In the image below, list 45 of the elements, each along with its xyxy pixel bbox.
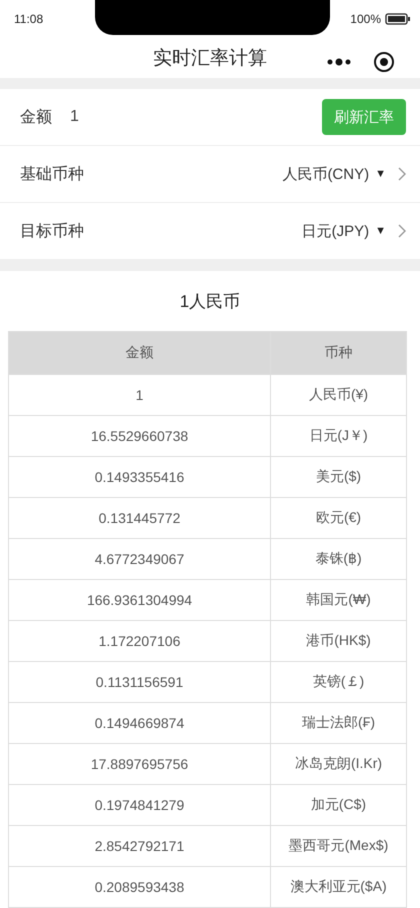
table-cell: 0.1493355416 bbox=[8, 456, 270, 498]
table-cell: 4.6772349067 bbox=[8, 538, 270, 580]
table-cell: 港币(HK$) bbox=[270, 620, 406, 662]
table-cell: 欧元(€) bbox=[270, 498, 406, 539]
chevron-right-icon bbox=[398, 224, 406, 238]
table-cell: 2.8542792171 bbox=[8, 826, 270, 867]
table-cell: 0.1974841279 bbox=[8, 784, 270, 826]
battery-percent: 100% bbox=[350, 12, 381, 26]
table-cell: 墨西哥元(Mex$) bbox=[270, 826, 406, 867]
table-cell: 16.5529660738 bbox=[8, 416, 270, 457]
page-title: 实时汇率计算 bbox=[153, 46, 267, 70]
chevron-right-icon bbox=[398, 167, 406, 182]
status-time: 11:08 bbox=[14, 12, 44, 26]
currency-picker[interactable]: 人民币(CNY) bbox=[282, 164, 370, 184]
battery-icon bbox=[385, 12, 410, 25]
table-cell: 0.2089593438 bbox=[8, 866, 270, 908]
table-cell: 日元(J￥) bbox=[270, 416, 406, 457]
picker-label: 基础币种 bbox=[20, 164, 84, 185]
amount-label: 金额 bbox=[20, 108, 52, 128]
table-cell: 1 bbox=[8, 374, 270, 416]
more-icon[interactable] bbox=[327, 58, 351, 66]
close-target-icon[interactable] bbox=[373, 51, 395, 74]
table-cell: 泰铢(฿) bbox=[270, 538, 406, 580]
table-cell: 1.172207106 bbox=[8, 620, 270, 662]
table-cell: 韩国元(₩) bbox=[270, 580, 406, 621]
table-cell: 166.9361304994 bbox=[8, 580, 270, 621]
table-cell: 17.8897695756 bbox=[8, 744, 270, 785]
table-cell: 澳大利亚元($A) bbox=[270, 866, 406, 908]
currency-picker[interactable]: 日元(JPY) bbox=[302, 222, 370, 241]
table-cell: 加元(C$) bbox=[270, 784, 406, 826]
table-cell: 0.1131156591 bbox=[8, 662, 270, 703]
table-cell: 英镑(￡) bbox=[270, 662, 406, 703]
table-cell: 0.131445772 bbox=[8, 498, 270, 539]
dropdown-caret: ▼ bbox=[375, 225, 386, 238]
dropdown-caret: ▼ bbox=[375, 168, 386, 180]
column-header: 金额 bbox=[8, 332, 270, 375]
table-cell: 冰岛克朗(I.Kr) bbox=[270, 744, 406, 785]
picker-label: 目标币种 bbox=[20, 222, 84, 242]
table-cell: 人民币(¥) bbox=[270, 374, 406, 416]
column-header: 币种 bbox=[270, 332, 406, 375]
table-cell: 0.1494669874 bbox=[8, 702, 270, 744]
table-cell: 瑞士法郎(₣) bbox=[270, 702, 406, 744]
amount-value[interactable]: 1 bbox=[70, 108, 322, 126]
result-title: 1人民币 bbox=[180, 290, 240, 313]
table-cell: 美元($) bbox=[270, 456, 406, 498]
